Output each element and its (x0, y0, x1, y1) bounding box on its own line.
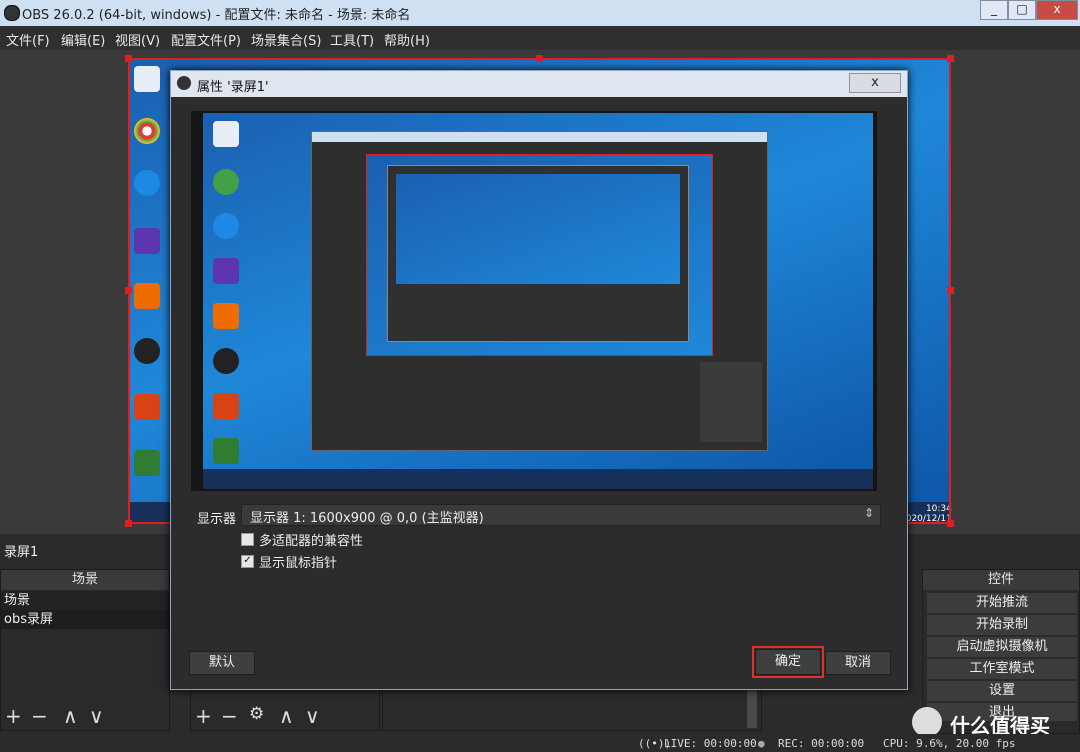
resize-handle-tl[interactable] (125, 55, 132, 62)
rec-icon: ● (758, 737, 765, 750)
nested-controls (700, 362, 762, 442)
chevron-updown-icon: ⇕ (863, 506, 874, 520)
chrome-icon (213, 169, 239, 195)
settings-button[interactable]: 设置 (926, 680, 1078, 702)
start-streaming-button[interactable]: 开始推流 (926, 592, 1078, 614)
source-down-icon[interactable]: ∨ (305, 704, 320, 728)
resize-handle-bl[interactable] (125, 520, 132, 527)
resize-handle-r[interactable] (947, 287, 954, 294)
multi-adapter-label: 多适配器的兼容性 (259, 534, 364, 549)
dialog-preview (191, 111, 877, 491)
menu-profile[interactable]: 配置文件(P) (171, 30, 241, 49)
app-icon (213, 303, 239, 329)
nested-dialog-preview (396, 174, 680, 284)
window-title-bar: OBS 26.0.2 (64-bit, windows) - 配置文件: 未命名… (0, 0, 1080, 26)
watermark-logo-icon (912, 707, 942, 737)
controls-header: 控件 (923, 570, 1079, 590)
resize-handle-br[interactable] (947, 520, 954, 527)
menu-bar: 文件(F) 编辑(E) 视图(V) 配置文件(P) 场景集合(S) 工具(T) … (0, 26, 1080, 50)
source-name: 录屏1 (4, 545, 39, 560)
nested-obs-window (311, 131, 768, 451)
display-select-value: 显示器 1: 1600x900 @ 0,0 (主监视器) (250, 511, 484, 526)
menu-file[interactable]: 文件(F) (6, 30, 50, 49)
window-title: OBS 26.0.2 (64-bit, windows) - 配置文件: 未命名… (22, 8, 411, 23)
resize-handle-l[interactable] (125, 287, 132, 294)
scenes-header: 场景 (1, 570, 169, 590)
scene-item[interactable]: 场景 (1, 591, 169, 610)
nested-title-bar (312, 132, 767, 142)
scenes-dock: 场景 场景 obs录屏 + − ∧ ∨ (0, 569, 170, 731)
gear-icon[interactable]: ⚙ (249, 704, 264, 724)
show-cursor-label: 显示鼠标指针 (259, 556, 338, 571)
studio-mode-button[interactable]: 工作室模式 (926, 658, 1078, 680)
multi-adapter-checkbox[interactable] (241, 533, 254, 546)
close-button[interactable]: x (1036, 0, 1078, 20)
menu-edit[interactable]: 编辑(E) (61, 30, 105, 49)
player-icon (213, 258, 239, 284)
nested-dialog (387, 165, 689, 342)
add-source-icon[interactable]: + (195, 704, 212, 728)
menu-tools[interactable]: 工具(T) (330, 30, 374, 49)
scene-item[interactable]: obs录屏 (1, 610, 169, 629)
remove-source-icon[interactable]: − (221, 704, 238, 728)
menu-view[interactable]: 视图(V) (115, 30, 160, 49)
powerpoint-icon (213, 393, 239, 419)
resize-handle-t[interactable] (536, 55, 543, 62)
live-status: LIVE: 00:00:00 (664, 737, 757, 750)
maximize-button[interactable]: □ (1008, 0, 1036, 20)
properties-dialog: 属性 '录屏1' x 显示器 显示器 1: 1600x900 @ 0,0 (主监… (170, 70, 908, 690)
display-label: 显示器 (197, 512, 237, 527)
obs-desktop-icon (213, 348, 239, 374)
current-source-label: 录屏1 (0, 538, 180, 560)
rec-status: REC: 00:00:00 (778, 737, 865, 750)
move-down-icon[interactable]: ∨ (89, 704, 104, 728)
ie-icon (213, 213, 239, 239)
default-button[interactable]: 默认 (189, 651, 255, 675)
move-up-icon[interactable]: ∧ (63, 704, 78, 728)
thumbnail-taskbar (203, 469, 873, 489)
ok-button[interactable]: 确定 (752, 646, 824, 678)
display-select[interactable]: 显示器 1: 1600x900 @ 0,0 (主监视器) ⇕ (241, 504, 881, 526)
desktop-capture-thumbnail (203, 113, 873, 489)
cancel-button[interactable]: 取消 (825, 651, 891, 675)
dialog-title-bar: 属性 '录屏1' x (171, 71, 907, 97)
remove-scene-icon[interactable]: − (31, 704, 48, 728)
dialog-close-button[interactable]: x (849, 73, 901, 93)
status-bar: ((•)) LIVE: 00:00:00 ● REC: 00:00:00 CPU… (0, 734, 1080, 752)
source-up-icon[interactable]: ∧ (279, 704, 294, 728)
minimize-button[interactable]: _ (980, 0, 1008, 20)
nested-preview (366, 154, 713, 356)
obs-app-icon (4, 5, 20, 21)
excel-icon (213, 438, 239, 464)
start-recording-button[interactable]: 开始录制 (926, 614, 1078, 636)
computer-icon (213, 121, 239, 147)
obs-dialog-icon (177, 76, 191, 90)
dialog-title: 属性 '录屏1' (197, 80, 269, 95)
start-virtual-camera-button[interactable]: 启动虚拟摄像机 (926, 636, 1078, 658)
add-scene-icon[interactable]: + (5, 704, 22, 728)
menu-scene-collection[interactable]: 场景集合(S) (251, 30, 321, 49)
cpu-status: CPU: 9.6%, 20.00 fps (883, 737, 1016, 750)
menu-help[interactable]: 帮助(H) (384, 30, 430, 49)
show-cursor-checkbox[interactable]: ✓ (241, 555, 254, 568)
resize-handle-tr[interactable] (947, 55, 954, 62)
